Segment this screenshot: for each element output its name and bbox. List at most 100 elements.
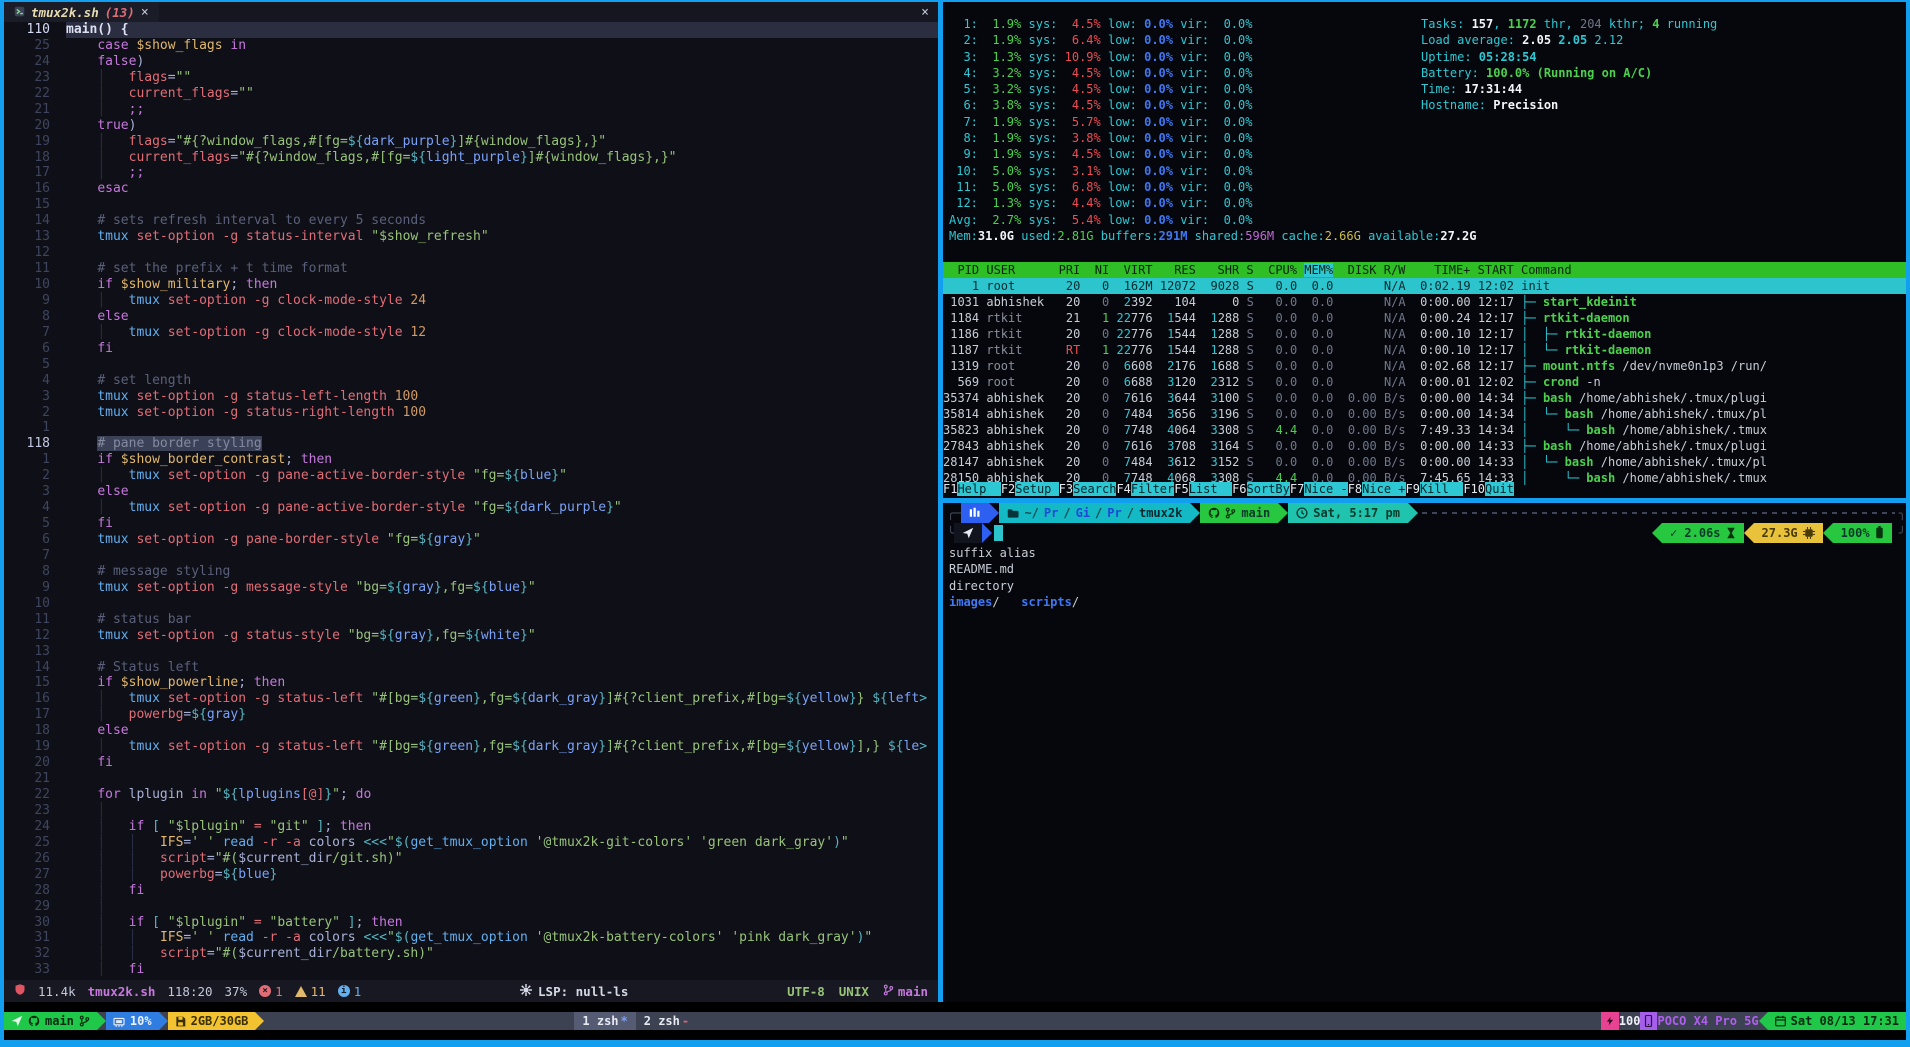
code-line[interactable]: 17 │ ;; [4, 165, 938, 181]
code-line[interactable]: 9 tmux set-option -g message-style "bg=$… [4, 580, 938, 596]
sort-column-mem[interactable]: MEM% [1304, 263, 1333, 277]
code-line[interactable]: 7 │ tmux set-option -g clock-mode-style … [4, 325, 938, 341]
code-line[interactable]: 4 # set length [4, 373, 938, 389]
code-line[interactable]: 18 else [4, 723, 938, 739]
code-line[interactable]: 25 │ │ IFS=' ' read -r -a colors <<<"$(g… [4, 835, 938, 851]
code-line[interactable]: 13 [4, 644, 938, 660]
htop-pane[interactable]: 1: 1.9% sys: 4.5% low: 0.0% vir: 0.0% 2:… [943, 2, 1906, 498]
fkey-kill[interactable]: F9Kill [1406, 481, 1464, 498]
fkey-filter[interactable]: F4Filter [1116, 481, 1174, 498]
cursor-line[interactable]: 118 # pane border styling [4, 436, 938, 452]
code-line[interactable]: 24 │ if [ "$lplugin" = "git" ]; then [4, 819, 938, 835]
code-line[interactable]: 18 │ current_flags="#{?window_flags,#[fg… [4, 150, 938, 166]
fkey-search[interactable]: F3Search [1059, 481, 1117, 498]
warning-icon [295, 986, 307, 997]
code-line[interactable]: 33 │ fi [4, 962, 938, 978]
code-line[interactable]: 3 tmux set-option -g status-left-length … [4, 389, 938, 405]
fkey-setup[interactable]: F2Setup [1001, 481, 1059, 498]
process-row[interactable]: 27843 abhishek 20 0 7616 3708 3164 S 0.0… [943, 438, 1906, 454]
code-line[interactable]: 8 # message styling [4, 564, 938, 580]
code-line[interactable]: 1 [4, 420, 938, 436]
code-line[interactable]: 6 fi [4, 341, 938, 357]
terminal-cursor[interactable] [994, 525, 1003, 541]
process-row[interactable]: 35374 abhishek 20 0 7616 3644 3100 S 0.0… [943, 390, 1906, 406]
code-line[interactable]: 31 │ │ IFS=' ' read -r -a colors <<<"$(g… [4, 930, 938, 946]
code-line[interactable]: 15 if $show_powerline; then [4, 675, 938, 691]
code-line[interactable]: 2 │ tmux set-option -g pane-active-borde… [4, 468, 938, 484]
code-line[interactable]: 17 │ powerbg=${gray} [4, 707, 938, 723]
process-table-header[interactable]: PID USER PRI NI VIRT RES SHR S CPU% MEM%… [943, 262, 1906, 278]
code-line[interactable]: 19 │ tmux set-option -g status-left "#[b… [4, 739, 938, 755]
code-line[interactable]: 22 for lplugin in "${lplugins[@]}"; do [4, 787, 938, 803]
code-line[interactable]: 10 [4, 596, 938, 612]
diagnostic-warnings[interactable]: 11 [295, 984, 326, 999]
fkey-help[interactable]: F1Help [943, 481, 1001, 498]
code-line[interactable]: 6 tmux set-option -g pane-border-style "… [4, 532, 938, 548]
code-line[interactable]: 20 fi [4, 755, 938, 771]
code-line[interactable]: 14 # sets refresh interval to every 5 se… [4, 213, 938, 229]
code-line[interactable]: 23 │ flags="" [4, 70, 938, 86]
code-line[interactable]: 21 [4, 771, 938, 787]
code-line[interactable]: 16 │ tmux set-option -g status-left "#[b… [4, 691, 938, 707]
diagnostic-info[interactable]: i 1 [338, 984, 362, 999]
code-line[interactable]: 10 if $show_military; then [4, 277, 938, 293]
cat-icon [28, 1014, 40, 1028]
code-line[interactable]: 29 │ [4, 899, 938, 915]
code-line[interactable]: 19 │ flags="#{?window_flags,#[fg=${dark_… [4, 134, 938, 150]
tab-close-icon[interactable]: × [141, 5, 149, 20]
code-line[interactable]: 8 else [4, 309, 938, 325]
process-row[interactable]: 1184 rtkit 21 1 22776 1544 1288 S 0.0 0.… [943, 310, 1906, 326]
process-row[interactable]: 1187 rtkit RT 1 22776 1544 1288 S 0.0 0.… [943, 342, 1906, 358]
code-line[interactable]: 22 │ current_flags="" [4, 86, 938, 102]
code-line[interactable]: 21 │ ;; [4, 102, 938, 118]
code-line[interactable]: 27 │ │ powerbg=${blue} [4, 867, 938, 883]
code-line[interactable]: 5 [4, 357, 938, 373]
code-line[interactable]: 32 │ │ script="#($current_dir/battery.sh… [4, 946, 938, 962]
process-row[interactable]: 28147 abhishek 20 0 7484 3612 3152 S 0.0… [943, 454, 1906, 470]
code-line[interactable]: 30 │ if [ "$lplugin" = "battery" ]; then [4, 915, 938, 931]
code-line[interactable]: 4 │ tmux set-option -g pane-active-borde… [4, 500, 938, 516]
code-area[interactable]: 110main() {25 case $show_flags in24 fals… [4, 22, 938, 980]
code-line[interactable]: 11 # set the prefix + t time format [4, 261, 938, 277]
fkey-sortby[interactable]: F6SortBy [1232, 481, 1290, 498]
code-line[interactable]: 14 # Status left [4, 660, 938, 676]
context-line[interactable]: 110main() { [4, 22, 938, 38]
code-line[interactable]: 9 │ tmux set-option -g clock-mode-style … [4, 293, 938, 309]
diagnostic-errors[interactable]: × 1 [259, 984, 283, 999]
code-line[interactable]: 3 else [4, 484, 938, 500]
tmux-window-1[interactable]: 1 zsh* [574, 1012, 635, 1030]
code-line[interactable]: 7 [4, 548, 938, 564]
code-line[interactable]: 25 case $show_flags in [4, 38, 938, 54]
tmux-window-2[interactable]: 2 zsh- [636, 1012, 697, 1030]
process-row[interactable]: 1186 rtkit 20 0 22776 1544 1288 S 0.0 0.… [943, 326, 1906, 342]
code-line[interactable]: 23 │ [4, 803, 938, 819]
editor-pane[interactable]: tmux2k.sh (13) × × 110main() {25 case $s… [4, 2, 938, 1002]
fkey-nice-+[interactable]: F8Nice + [1348, 481, 1406, 498]
code-line[interactable]: 16 esac [4, 181, 938, 197]
code-line[interactable]: 2 tmux set-option -g status-right-length… [4, 405, 938, 421]
code-line[interactable]: 13 tmux set-option -g status-interval "$… [4, 229, 938, 245]
fkey-list[interactable]: F5List [1174, 481, 1232, 498]
fkey-quit[interactable]: F10Quit [1463, 481, 1514, 498]
code-line[interactable]: 24 false) [4, 54, 938, 70]
shell-pane[interactable]: ╭─~/Pr/Gi/Pr/tmux2k mainSat, 5:17 pm╮ ╰✓… [943, 503, 1906, 1002]
code-line[interactable]: 26 │ │ script="#($current_dir/git.sh)" [4, 851, 938, 867]
code-line[interactable]: 15 [4, 197, 938, 213]
process-table[interactable]: PID USER PRI NI VIRT RES SHR S CPU% MEM%… [943, 262, 1906, 486]
tabline-close-icon[interactable]: × [921, 5, 929, 20]
process-row[interactable]: 1 root 20 0 162M 12072 9028 S 0.0 0.0 N/… [943, 278, 1906, 294]
process-row[interactable]: 35814 abhishek 20 0 7484 3656 3196 S 0.0… [943, 406, 1906, 422]
process-row[interactable]: 1319 root 20 0 6608 2176 1688 S 0.0 0.0 … [943, 358, 1906, 374]
code-line[interactable]: 5 fi [4, 516, 938, 532]
process-row[interactable]: 1031 abhishek 20 0 2392 104 0 S 0.0 0.0 … [943, 294, 1906, 310]
process-row[interactable]: 569 root 20 0 6688 3120 2312 S 0.0 0.0 N… [943, 374, 1906, 390]
editor-tab[interactable]: tmux2k.sh (13) × [4, 2, 159, 22]
code-line[interactable]: 1 if $show_border_contrast; then [4, 452, 938, 468]
code-line[interactable]: 28 │ fi [4, 883, 938, 899]
code-line[interactable]: 12 tmux set-option -g status-style "bg=$… [4, 628, 938, 644]
process-row[interactable]: 35823 abhishek 20 0 7748 4064 3308 S 4.4… [943, 422, 1906, 438]
fkey-nice--[interactable]: F7Nice - [1290, 481, 1348, 498]
code-line[interactable]: 12 [4, 245, 938, 261]
code-line[interactable]: 20 true) [4, 118, 938, 134]
code-line[interactable]: 11 # status bar [4, 612, 938, 628]
